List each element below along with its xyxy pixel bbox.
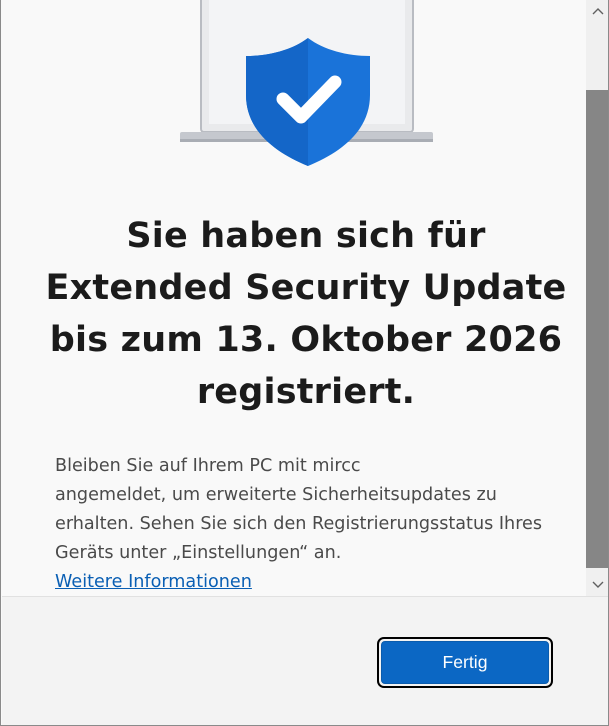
chevron-down-icon [592,581,603,588]
done-button[interactable]: Fertig [381,641,549,684]
title-line: Sie haben sich für [126,216,486,256]
title-line: bis zum 13. Oktober 2026 [49,320,563,360]
dialog-description: Bleiben Sie auf Ihrem PC mit mircc angem… [55,452,555,568]
scroll-down-button[interactable] [586,574,608,596]
description-line: Geräts unter „Einstellungen“ an. [55,543,342,563]
hero-illustration [2,0,586,180]
chevron-up-icon [592,8,603,15]
dialog-content: Sie haben sich für Extended Security Upd… [2,0,586,596]
vertical-scrollbar[interactable] [586,0,608,596]
description-line: Bleiben Sie auf Ihrem PC mit mircc [55,456,361,476]
scrollbar-thumb[interactable] [586,90,608,568]
more-info-link[interactable]: Weitere Informationen [55,568,252,596]
title-line: Extended Security Update [45,268,567,308]
laptop-with-shield-checkmark-icon [180,0,433,166]
scroll-up-button[interactable] [586,0,608,22]
dialog-title: Sie haben sich für Extended Security Upd… [22,210,586,418]
dialog-window: Sie haben sich für Extended Security Upd… [0,0,609,726]
title-line: registriert. [196,372,416,412]
description-line: angemeldet, um erweiterte Sicherheitsupd… [55,485,497,505]
description-line: erhalten. Sehen Sie sich den Registrieru… [55,514,543,534]
